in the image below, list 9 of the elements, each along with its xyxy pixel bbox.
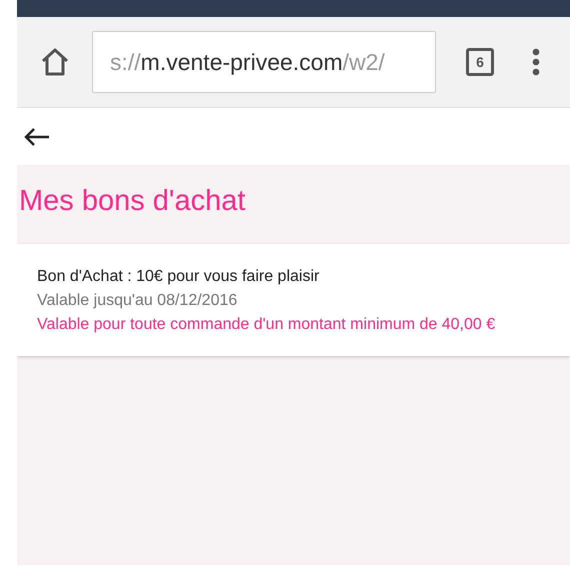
voucher-validity: Valable jusqu'au 08/12/2016	[37, 292, 238, 310]
home-icon[interactable]	[40, 48, 70, 76]
voucher-title: Bon d'Achat : 10€ pour vous faire plaisir	[37, 268, 320, 286]
tab-count-button[interactable]: 6	[466, 48, 494, 76]
menu-icon[interactable]	[532, 48, 540, 76]
url-field[interactable]: s://m.vente-privee.com/w2/	[92, 31, 436, 93]
page-title: Mes bons d'achat	[19, 185, 246, 218]
back-arrow-icon[interactable]	[23, 126, 51, 146]
voucher-condition: Valable pour toute commande d'un montant minimum de 40,00 €	[37, 316, 496, 334]
